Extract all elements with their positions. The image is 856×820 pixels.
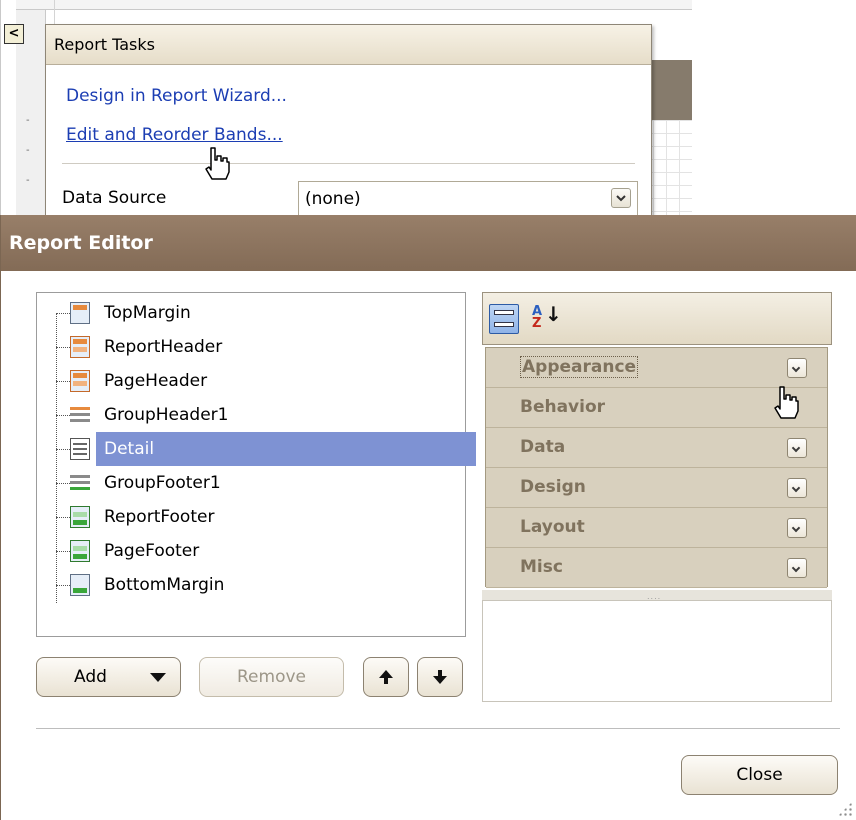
- expand-icon[interactable]: [787, 478, 807, 498]
- report-tasks-title: Report Tasks: [46, 25, 651, 65]
- arrow-down-icon: [433, 670, 447, 684]
- tree-item-label: BottomMargin: [104, 575, 225, 595]
- tree-item-bottommargin[interactable]: BottomMargin: [56, 568, 464, 602]
- tree-item-groupheader1[interactable]: GroupHeader1: [56, 398, 464, 432]
- alpha-z-glyph: Z: [532, 316, 542, 331]
- category-appearance[interactable]: Appearance: [486, 348, 827, 388]
- bottom-margin-icon: [70, 574, 90, 596]
- expand-icon[interactable]: [787, 518, 807, 538]
- remove-band-button[interactable]: Remove: [199, 657, 344, 697]
- report-header-icon: [70, 336, 90, 358]
- smart-tag-icon[interactable]: <: [4, 24, 24, 44]
- category-label: Design: [520, 477, 586, 497]
- property-description-panel: [482, 600, 832, 702]
- report-tasks-panel: Report Tasks Design in Report Wizard... …: [45, 24, 652, 217]
- add-band-button[interactable]: Add: [36, 657, 181, 697]
- report-editor-dialog: Report Editor TopMargin ReportHeader Pag…: [0, 215, 856, 820]
- move-down-button[interactable]: [417, 657, 463, 697]
- categorized-icon[interactable]: [489, 304, 519, 334]
- category-data[interactable]: Data: [486, 428, 827, 468]
- tree-item-reportheader[interactable]: ReportHeader: [56, 330, 464, 364]
- dialog-separator-highlight: [36, 729, 840, 730]
- group-header-icon: [70, 404, 90, 426]
- tree-item-label: GroupHeader1: [104, 405, 229, 425]
- design-in-report-wizard-link[interactable]: Design in Report Wizard...: [66, 86, 287, 106]
- data-source-value: (none): [305, 189, 361, 209]
- designer-border: [0, 0, 1, 215]
- expand-icon[interactable]: [787, 558, 807, 578]
- tree-item-label: Detail: [104, 439, 155, 459]
- category-design[interactable]: Design: [486, 468, 827, 508]
- tree-item-topmargin[interactable]: TopMargin: [56, 296, 464, 330]
- edit-and-reorder-bands-link[interactable]: Edit and Reorder Bands...: [66, 125, 283, 145]
- property-categories: Appearance Behavior Data Design Layout M…: [485, 347, 828, 588]
- tasks-separator: [62, 163, 635, 164]
- bands-tree: TopMargin ReportHeader PageHeader GroupH…: [36, 292, 476, 637]
- hand-cursor-icon: [205, 147, 230, 180]
- category-layout[interactable]: Layout: [486, 508, 827, 548]
- property-grid-toolbar: A Z ↓: [482, 292, 832, 345]
- category-label: Appearance: [520, 356, 639, 378]
- tree-item-pagefooter[interactable]: PageFooter: [56, 534, 464, 568]
- tree-item-groupfooter1[interactable]: GroupFooter1: [56, 466, 464, 500]
- horizontal-ruler: [16, 0, 692, 10]
- report-editor-title: Report Editor: [1, 215, 856, 271]
- category-label: Layout: [520, 517, 585, 537]
- page-header-icon: [70, 370, 90, 392]
- report-footer-icon: [70, 506, 90, 528]
- tree-item-pageheader[interactable]: PageHeader: [56, 364, 464, 398]
- category-label: Behavior: [520, 397, 606, 417]
- expand-icon[interactable]: [787, 358, 807, 378]
- sort-arrow-glyph: ↓: [545, 302, 562, 326]
- chevron-down-icon[interactable]: [611, 188, 631, 208]
- page-footer-icon: [70, 540, 90, 562]
- tree-item-label: ReportHeader: [104, 337, 223, 357]
- tree-item-label: ReportFooter: [104, 507, 215, 527]
- tree-item-label: PageFooter: [104, 541, 200, 561]
- hand-cursor-icon: [774, 386, 799, 419]
- tree-item-label: PageHeader: [104, 371, 208, 391]
- dropdown-arrow-icon: [150, 673, 166, 682]
- group-footer-icon: [70, 472, 90, 494]
- alphabetical-sort-icon[interactable]: A Z ↓: [530, 302, 562, 334]
- resize-grip-icon[interactable]: [838, 802, 852, 816]
- add-button-label: Add: [74, 667, 107, 687]
- arrow-up-icon: [379, 670, 393, 684]
- move-up-button[interactable]: [363, 657, 409, 697]
- tree-item-detail[interactable]: Detail: [56, 432, 476, 466]
- tree-item-label: GroupFooter1: [104, 473, 221, 493]
- expand-icon[interactable]: [787, 438, 807, 458]
- category-misc[interactable]: Misc: [486, 548, 827, 588]
- data-source-combobox[interactable]: (none): [298, 181, 638, 217]
- top-margin-icon: [70, 302, 90, 324]
- property-grid-splitter[interactable]: ....: [482, 590, 832, 601]
- category-label: Data: [520, 437, 566, 457]
- data-source-label: Data Source: [62, 188, 167, 208]
- tree-item-label: TopMargin: [104, 303, 191, 323]
- detail-band-icon: [70, 438, 90, 460]
- category-label: Misc: [520, 557, 563, 577]
- tree-item-reportfooter[interactable]: ReportFooter: [56, 500, 464, 534]
- close-button[interactable]: Close: [681, 755, 838, 795]
